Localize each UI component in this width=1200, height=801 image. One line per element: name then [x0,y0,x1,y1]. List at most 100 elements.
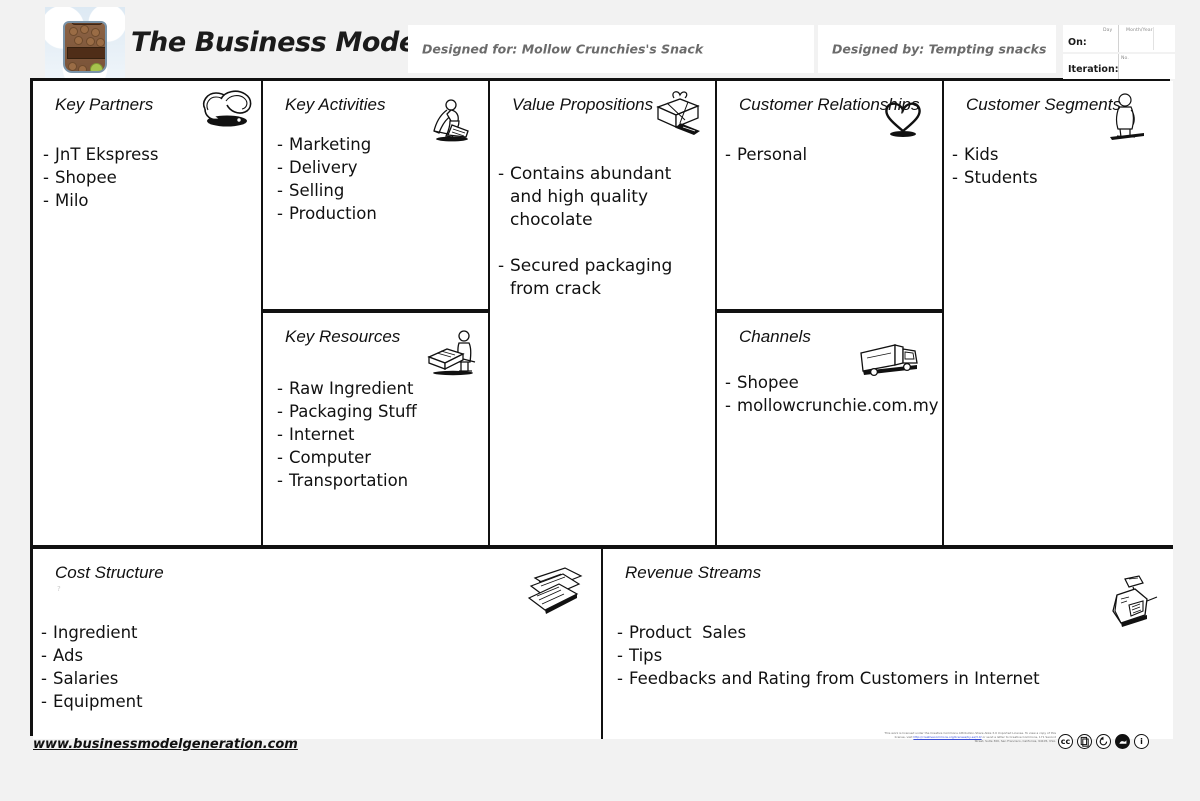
meta-divider [1118,25,1119,52]
jar-shape [63,21,107,73]
block-customer-relationships[interactable]: Customer Relationships - Personal [715,81,942,311]
cash-register-icon [1112,575,1158,627]
block-customer-segments[interactable]: Customer Segments - Kids - Students [942,81,1173,547]
meta-divider [1153,27,1154,50]
worker-pushing-icon [433,99,469,142]
jar-nut [74,36,83,45]
bullet-dash: - [277,448,283,467]
customer-relationships-title: Customer Relationships [739,95,920,114]
item-text: Shopee [55,168,117,187]
customer-segments-title: Customer Segments [966,95,1121,114]
iteration-box[interactable]: Iteration: No. [1063,54,1175,79]
bullet-dash: - [498,164,505,184]
list-item: - Production [277,202,480,225]
list-item: - Ingredient [41,621,593,644]
bullet-dash: - [952,145,958,164]
channels-title: Channels [739,327,811,346]
bullet-dash: - [725,145,731,164]
item-text: Packaging Stuff [289,402,417,421]
iteration-no-label: No. [1121,56,1129,61]
jar-nut [86,37,95,46]
bullet-dash: - [277,181,283,200]
item-text: Ads [53,646,84,665]
jar-nut [78,65,87,71]
bullet-dash: - [277,425,283,444]
list-item: - Transportation [277,469,480,492]
list-item: - Delivery [277,156,480,179]
item-text: Salaries [53,669,119,688]
item-text: Raw Ingredient [289,379,414,398]
creative-commons-badges: cc i [1058,734,1149,749]
bullet-dash: - [277,471,283,490]
block-key-partners[interactable]: Key Partners - JnT Ekspress - Shopee - Milo [33,81,261,547]
list-item: - JnT Ekspress [43,143,253,166]
item-text: Transportation [289,471,409,490]
bullet-dash: - [277,402,283,421]
block-value-propositions[interactable]: Value Propositions - Contains abundant an… [488,81,715,547]
bullet-dash: - [617,623,623,642]
share-alike-icon[interactable] [1096,734,1111,749]
item-text: Ingredient [53,623,138,642]
block-revenue-streams[interactable]: Revenue Streams - Product Sales - Tips - Fe… [601,547,1173,739]
designed-by-text: Designed by: Tempting snacks [832,41,1047,57]
list-item: - Milo [43,189,253,212]
list-item: - Contains abundant and high quality choc… [498,163,707,232]
bullet-dash: - [952,168,958,187]
customer-relationships-list: - Personal [725,143,934,166]
bullet-dash: - [41,669,47,688]
chain-links-icon [202,90,252,127]
key-partners-list: - JnT Ekspress - Shopee - Milo [43,143,253,212]
item-text: mollowcrunchie.com.my [737,396,939,415]
cost-structure-title: Cost Structure [55,563,164,582]
nut-jar-logo [45,7,125,79]
by-person-icon[interactable] [1077,734,1092,749]
list-item: - Ads [41,644,593,667]
bullet-dash: - [498,256,505,276]
designed-for-box[interactable]: Designed for: Mollow Crunchies's Snack [408,25,814,73]
list-item: - Equipment [41,690,593,713]
item-text: Delivery [289,158,358,177]
item-text: Feedbacks and Rating from Customers in I… [629,669,1040,688]
value-propositions-title: Value Propositions [512,95,654,114]
delivery-truck-icon [860,344,918,377]
jar-lid [71,23,103,25]
business-model-generation-link[interactable]: www.businessmodelgeneration.com [33,737,298,752]
item-text: Production [289,204,377,223]
list-item: - Tips [617,644,1165,667]
item-text: JnT Ekspress [55,145,159,164]
license-text: This work is licensed under the Creative… [884,731,1056,744]
list-item: - Packaging Stuff [277,400,480,423]
block-key-activities[interactable]: Key Activities - Marketing - Delivery - Sel… [261,81,488,311]
list-item: - Students [952,166,1165,189]
jar-nut [68,62,77,71]
value-propositions-list: - Contains abundant and high quality choc… [498,163,707,301]
block-key-resources[interactable]: Key Resources - Raw Ingredient - Packaging… [261,311,488,547]
bullet-dash: - [725,396,731,415]
day-label: Day [1103,28,1113,33]
cc-icon[interactable]: cc [1058,734,1073,749]
business-model-canvas-page: The Business Model Canvas Designed for: … [0,0,1200,801]
block-cost-structure[interactable]: Cost Structure ? - Ingredient - Ads - Salar… [33,547,601,739]
bullet-dash: - [41,623,47,642]
list-item: - Salaries [41,667,593,690]
license-line-4: 94105, USA. [1038,739,1056,744]
nc-filled-icon[interactable] [1115,734,1130,749]
bullet-dash: - [277,379,283,398]
list-item: - Selling [277,179,480,202]
item-text: Tips [629,646,663,665]
bullet-dash: - [725,373,731,392]
list-item: - mollowcrunchie.com.my [725,394,939,417]
key-resources-list: - Raw Ingredient - Packaging Stuff - Intern… [277,377,480,492]
person-at-machine-icon [427,330,476,376]
item-text: Secured packaging from crack [510,256,678,299]
license-link[interactable]: http://creativecommons.org/licenses/by-s… [913,735,981,739]
date-on-box[interactable]: On: Day Month/Year [1063,25,1175,52]
designed-by-box[interactable]: Designed by: Tempting snacks [818,25,1056,73]
list-item: - Computer [277,446,480,469]
info-icon[interactable]: i [1134,734,1149,749]
jar-nut [91,28,100,37]
block-channels[interactable]: Channels - Shopee - mollowcrunchie.com.my [715,311,942,547]
item-text: Kids [964,145,999,164]
jar-nut [96,38,105,47]
list-item: - Secured packaging from crack [498,255,707,301]
